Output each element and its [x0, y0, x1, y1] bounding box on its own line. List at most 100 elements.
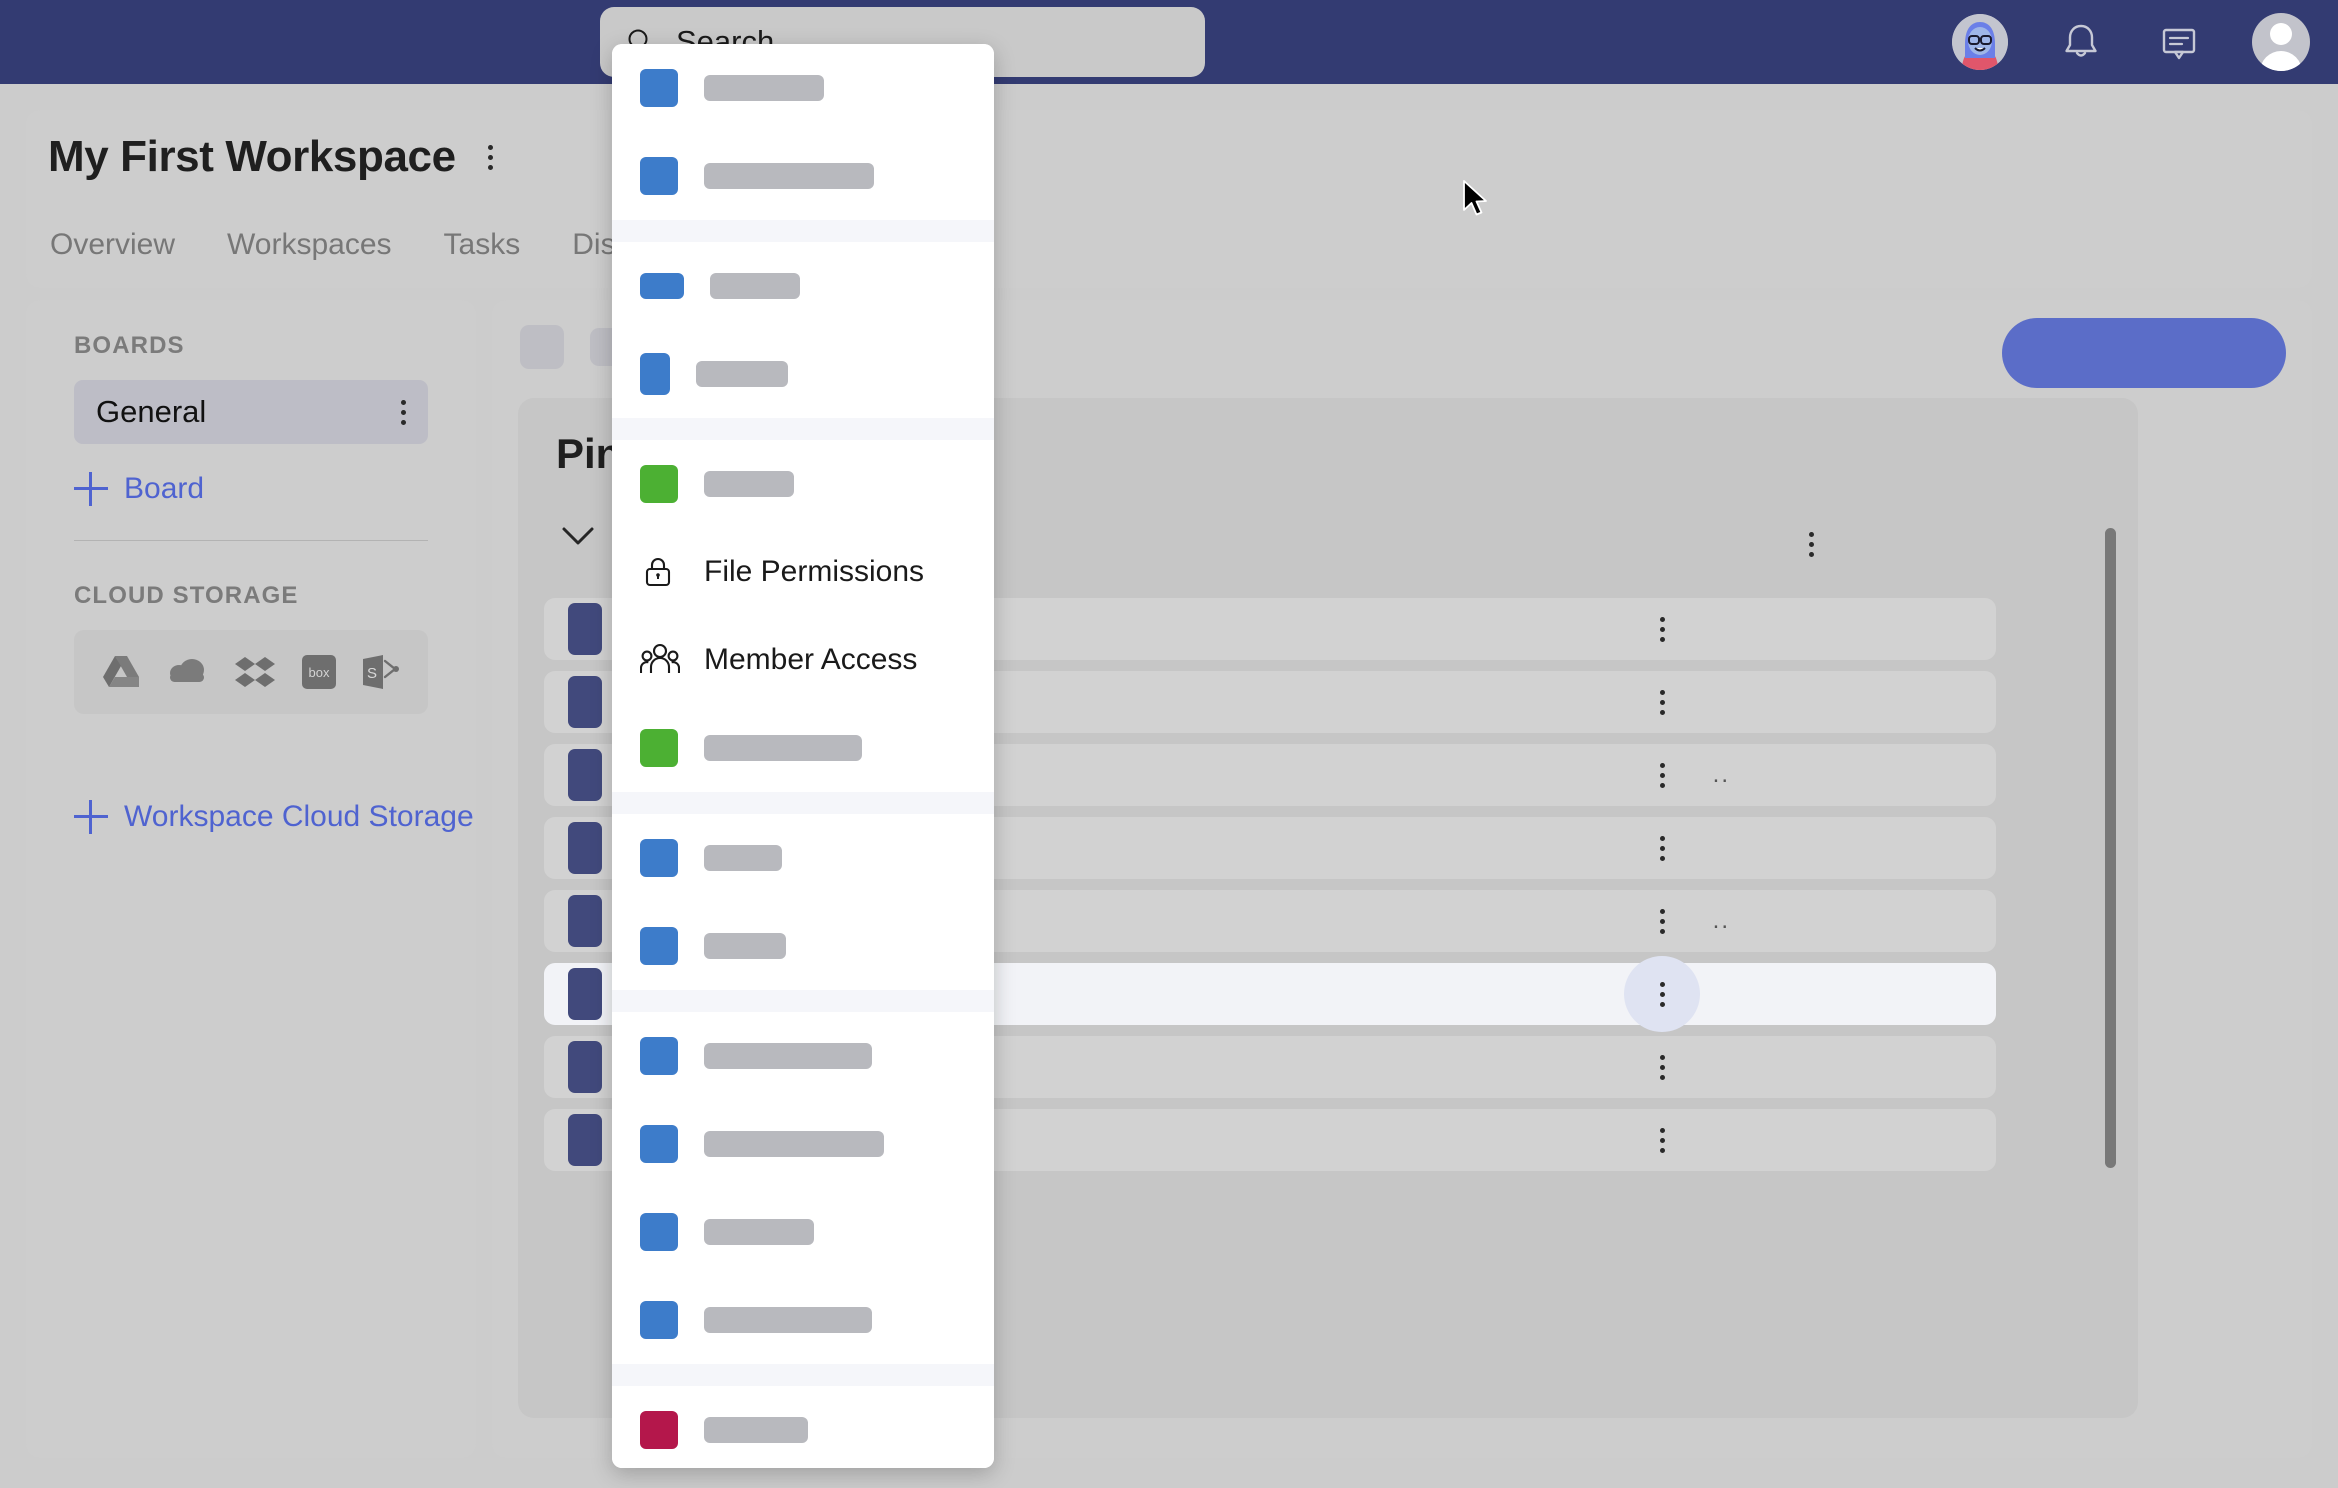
tab-workspaces[interactable]: Workspaces [227, 228, 392, 262]
kebab-dot [1659, 626, 1665, 632]
list-item[interactable] [612, 1276, 994, 1364]
google-drive-icon[interactable] [101, 654, 141, 690]
sidebar-item-label: General [96, 394, 207, 429]
section-options-button-1[interactable] [1805, 528, 1818, 561]
sidebar-section-boards-label: BOARDS [74, 332, 185, 359]
dropdown-group [612, 242, 994, 418]
chat-icon[interactable] [2154, 17, 2204, 67]
dropdown-separator [612, 418, 994, 440]
lock-icon [640, 554, 676, 590]
dropdown-separator [612, 792, 994, 814]
item-text-placeholder [704, 933, 786, 959]
kebab-dot [1659, 1001, 1665, 1007]
kebab-dot [487, 144, 493, 150]
board-options-button[interactable] [397, 396, 410, 429]
menu-item-member-access[interactable]: Member Access [612, 616, 994, 704]
list-item[interactable] [612, 242, 994, 330]
kebab-dot [1809, 532, 1814, 537]
row-options-button[interactable] [1624, 956, 1700, 1032]
user-avatar[interactable] [1952, 14, 2008, 70]
item-color-chip [640, 273, 684, 299]
bell-icon[interactable] [2056, 17, 2106, 67]
members-icon [640, 642, 680, 678]
dropdown-separator [612, 1364, 994, 1386]
item-text-placeholder [704, 1131, 884, 1157]
item-text-placeholder [704, 1043, 872, 1069]
box-icon[interactable]: box [301, 655, 336, 689]
item-color-chip [640, 1037, 678, 1075]
dropdown-group [612, 44, 994, 220]
kebab-dot [487, 164, 493, 170]
list-item[interactable] [612, 132, 994, 220]
sharepoint-icon[interactable]: S [361, 655, 401, 689]
row-options-button[interactable] [1624, 810, 1700, 886]
list-item[interactable] [612, 1188, 994, 1276]
kebab-dot [1659, 689, 1665, 695]
row-options-button[interactable] [1624, 883, 1700, 959]
row-options-button[interactable] [1624, 737, 1700, 813]
scrollbar[interactable] [2105, 528, 2116, 1378]
toolbar-placeholder-a[interactable] [520, 325, 564, 369]
sidebar: BOARDS General Board CLOUD STORAGE box S… [26, 300, 476, 1458]
list-item[interactable] [612, 1386, 994, 1468]
kebab-dot [1659, 908, 1665, 914]
kebab-dot [401, 399, 406, 405]
dropbox-icon[interactable] [234, 654, 276, 690]
row-accent-block [568, 822, 602, 874]
profile-head [2270, 23, 2292, 45]
row-options-button[interactable] [1624, 1102, 1700, 1178]
chevron-down-icon[interactable] [554, 516, 602, 556]
list-item[interactable] [612, 44, 994, 132]
scrollbar-thumb[interactable] [2105, 528, 2116, 1168]
svg-text:box: box [308, 665, 329, 680]
add-board-button[interactable]: Board [74, 472, 204, 506]
dropdown-separator [612, 220, 994, 242]
row-accent-block [568, 895, 602, 947]
row-accent-block [568, 1114, 602, 1166]
list-item[interactable] [612, 1012, 994, 1100]
kebab-dot [1659, 855, 1665, 861]
list-item[interactable] [612, 1100, 994, 1188]
add-workspace-cloud-storage-button[interactable]: Workspace Cloud Storage [74, 800, 474, 834]
kebab-icon[interactable] [1656, 1051, 1669, 1084]
sidebar-item-general[interactable]: General [74, 380, 428, 444]
kebab-icon[interactable] [1656, 613, 1669, 646]
kebab-dot [401, 419, 406, 425]
menu-item-label: File Permissions [704, 555, 925, 588]
menu-item-file-permissions[interactable]: File Permissions [612, 528, 994, 616]
kebab-icon[interactable] [1656, 905, 1669, 938]
kebab-dot [1659, 1074, 1665, 1080]
onedrive-icon[interactable] [166, 656, 208, 688]
primary-action-button[interactable] [2002, 318, 2286, 388]
item-color-chip [640, 1411, 678, 1449]
list-item[interactable] [612, 902, 994, 990]
kebab-dot [1659, 699, 1665, 705]
page-title: My First Workspace [48, 132, 456, 181]
item-color-chip [640, 69, 678, 107]
tab-tasks[interactable]: Tasks [444, 228, 521, 262]
list-item[interactable] [612, 330, 994, 418]
row-accent-block [568, 603, 602, 655]
dropdown-group [612, 814, 994, 990]
kebab-icon[interactable] [1656, 832, 1669, 865]
workspace-header-panel: My First Workspace Overview Workspaces T… [26, 110, 2312, 288]
list-item[interactable] [612, 440, 994, 528]
dropdown-separator [612, 990, 994, 1012]
kebab-dot [1659, 636, 1665, 642]
tab-overview[interactable]: Overview [50, 228, 175, 262]
list-item[interactable] [612, 704, 994, 792]
kebab-icon[interactable] [1656, 759, 1669, 792]
kebab-icon[interactable] [1656, 1124, 1669, 1157]
kebab-icon[interactable] [1656, 686, 1669, 719]
workspace-options-button[interactable] [484, 141, 497, 174]
kebab-dot [1659, 1127, 1665, 1133]
row-options-button[interactable] [1624, 664, 1700, 740]
row-options-button[interactable] [1624, 591, 1700, 667]
kebab-dot [1659, 918, 1665, 924]
list-item[interactable] [612, 814, 994, 902]
kebab-icon[interactable] [1656, 978, 1669, 1011]
kebab-dot [1659, 762, 1665, 768]
row-options-button[interactable] [1624, 1029, 1700, 1105]
item-color-chip [640, 927, 678, 965]
profile-icon[interactable] [2252, 13, 2310, 71]
